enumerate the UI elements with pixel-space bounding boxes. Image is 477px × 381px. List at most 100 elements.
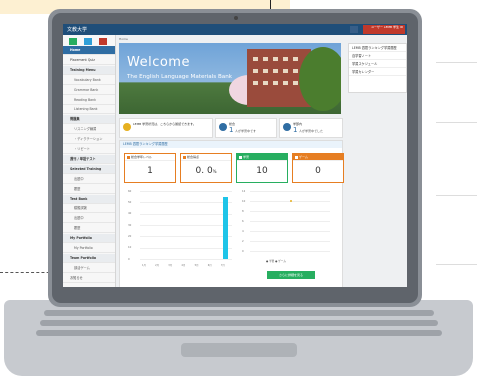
sidebar-item[interactable]: My Portfolio bbox=[63, 234, 115, 244]
y-tick-label: 4 bbox=[242, 229, 244, 233]
bar-chart: 0 10 20 30 40 50 60 1月 2月 3月 4月 5月 6月 7月 bbox=[124, 187, 236, 267]
sidebar-item[interactable]: 模擬試験 bbox=[63, 204, 115, 214]
y-tick-label: 10 bbox=[128, 246, 132, 250]
quick-link[interactable]: LEMB 週間ランキング学習履歴 bbox=[349, 44, 406, 52]
sidebar-item[interactable]: Team Portfolio bbox=[63, 253, 115, 263]
bar[interactable] bbox=[222, 196, 229, 259]
y-tick-label: 50 bbox=[128, 200, 132, 204]
sidebar-item[interactable]: Placement Quiz bbox=[63, 56, 115, 65]
stat-card-level: 総合学年レベル 1 bbox=[124, 153, 176, 183]
sidebar-item[interactable]: Selected Training bbox=[63, 164, 115, 174]
stat-card-game: ゲーム 0 bbox=[292, 153, 344, 183]
notification-icon[interactable] bbox=[350, 26, 358, 33]
gridline bbox=[250, 241, 330, 242]
x-tick-label: 1月 bbox=[142, 264, 146, 267]
sidebar-item[interactable]: ・リピート bbox=[63, 145, 115, 154]
gridline bbox=[140, 247, 232, 249]
info-text: LEMB 学習状況は、こちらから確認できます。 bbox=[133, 122, 196, 126]
top-bar: 文教大学 ユーザー LEMB 学生 ID bbox=[63, 24, 407, 35]
chart-legend: ● 学習 ● ゲーム bbox=[266, 260, 286, 263]
user-name: ユーザー LEMB 学生 ID bbox=[371, 25, 404, 29]
sidebar-item[interactable]: お知らせ bbox=[63, 274, 115, 283]
keyboard-row bbox=[40, 320, 438, 326]
gridline bbox=[140, 202, 232, 204]
card-value: 0 bbox=[315, 166, 321, 176]
card-unit: % bbox=[212, 169, 217, 174]
sidebar-item[interactable]: 週刊 / 単語テスト bbox=[63, 154, 115, 164]
gridline bbox=[140, 259, 232, 260]
quick-link[interactable]: 自学習ノート bbox=[349, 52, 406, 60]
background-rule bbox=[436, 195, 477, 196]
sidebar-item[interactable]: 出題中 bbox=[63, 214, 115, 224]
sidebar-item[interactable]: Home bbox=[63, 46, 115, 55]
x-tick-label: 4月 bbox=[181, 264, 186, 267]
power-icon[interactable] bbox=[99, 38, 108, 45]
quick-link[interactable]: 学習カレンダー bbox=[349, 68, 406, 76]
sidebar-toolbar bbox=[69, 38, 109, 45]
card-value: 1 bbox=[147, 166, 153, 176]
y-tick-label: 0 bbox=[128, 257, 130, 261]
y-tick-label: 12 bbox=[242, 189, 246, 193]
sidebar-item[interactable]: Reading Bank bbox=[63, 96, 115, 105]
sidebar-item[interactable]: Grammar Bank bbox=[63, 86, 115, 95]
info-row: LEMB 学習状況は、こちらから確認できます。 総合 1 人が学習中です 学部内… bbox=[119, 118, 343, 138]
quick-links-panel: LEMB 週間ランキング学習履歴 自学習ノート 学習スケジュール 学習カレンダー bbox=[348, 43, 407, 93]
gridline bbox=[250, 221, 330, 222]
grid-icon[interactable] bbox=[84, 38, 93, 45]
background-rule bbox=[436, 122, 477, 123]
sidebar-item[interactable]: 履歴 bbox=[63, 224, 115, 234]
quick-link[interactable]: 学習スケジュール bbox=[349, 60, 406, 68]
gridline bbox=[140, 191, 232, 192]
sidebar-item[interactable]: 部活ゲーム bbox=[63, 264, 115, 273]
gridline bbox=[250, 251, 330, 252]
sidebar-item[interactable]: My Portfolio bbox=[63, 244, 115, 253]
sidebar-item[interactable]: Training Menu bbox=[63, 65, 115, 75]
refresh-icon[interactable] bbox=[69, 38, 77, 45]
sidebar-item[interactable]: 履歴 bbox=[63, 185, 115, 194]
brand-logo[interactable]: 文教大学 bbox=[67, 26, 87, 33]
card-label: 学習 bbox=[243, 155, 250, 159]
keyboard-row bbox=[36, 330, 442, 336]
y-tick-label: 2 bbox=[242, 239, 244, 243]
sidebar-item[interactable]: 問題集 bbox=[63, 115, 115, 125]
background-rule bbox=[436, 62, 477, 63]
x-tick-label: 7月 bbox=[220, 264, 225, 267]
sidebar-item[interactable]: Listening Bank bbox=[63, 105, 115, 115]
info-box-status[interactable]: LEMB 学習状況は、こちらから確認できます。 bbox=[119, 118, 213, 138]
info-box-total: 総合 1 人が学習中です bbox=[215, 118, 277, 138]
details-button[interactable]: さらに詳細を見る bbox=[267, 271, 315, 279]
sidebar: Home Placement Quiz Training Menu Vocabular… bbox=[63, 35, 116, 287]
x-tick-label: 3月 bbox=[168, 264, 173, 267]
banner-subtitle: The English Language Materials Bank bbox=[127, 74, 233, 80]
breadcrumb[interactable]: Home bbox=[119, 37, 128, 41]
stats-header: LEMB 週間ランキング学習履歴 bbox=[120, 141, 342, 148]
info-unit: 人が学習中でした bbox=[299, 129, 324, 133]
sidebar-item[interactable]: リスニング練習 bbox=[63, 125, 115, 135]
y-tick-label: 60 bbox=[128, 189, 132, 193]
y-tick-label: 0 bbox=[242, 249, 244, 253]
user-menu[interactable]: ユーザー LEMB 学生 ID bbox=[363, 25, 405, 34]
x-tick-label: 5月 bbox=[194, 264, 199, 267]
sidebar-item[interactable]: 出題中 bbox=[63, 175, 115, 184]
y-tick-label: 8 bbox=[242, 209, 244, 213]
info-value: 1 bbox=[293, 126, 298, 134]
card-label: ゲーム bbox=[299, 155, 308, 159]
gridline bbox=[250, 231, 330, 232]
y-tick-label: 40 bbox=[128, 212, 132, 216]
laptop-screen: 文教大学 ユーザー LEMB 学生 ID Home Placement Quiz T… bbox=[63, 24, 407, 287]
gridline bbox=[250, 211, 330, 212]
info-box-faculty: 学部内 1 人が学習中でした bbox=[279, 118, 343, 138]
tree bbox=[299, 47, 341, 111]
y-tick-label: 10 bbox=[242, 199, 246, 203]
gridline bbox=[250, 191, 330, 192]
data-point[interactable] bbox=[290, 200, 292, 202]
stat-card-study: 学習 10 bbox=[236, 153, 288, 183]
background-rule bbox=[436, 264, 477, 265]
scatter-chart: 0 2 4 6 8 10 12 ● 学習 ● ゲーム bbox=[236, 187, 336, 267]
sidebar-item[interactable]: Vocabulary Bank bbox=[63, 76, 115, 85]
sidebar-item[interactable]: ・ディクテーション bbox=[63, 135, 115, 145]
gridline bbox=[140, 213, 232, 215]
pencil-icon bbox=[219, 123, 227, 131]
sidebar-item[interactable]: Test Bank bbox=[63, 194, 115, 204]
x-tick-label: 2月 bbox=[155, 264, 160, 267]
